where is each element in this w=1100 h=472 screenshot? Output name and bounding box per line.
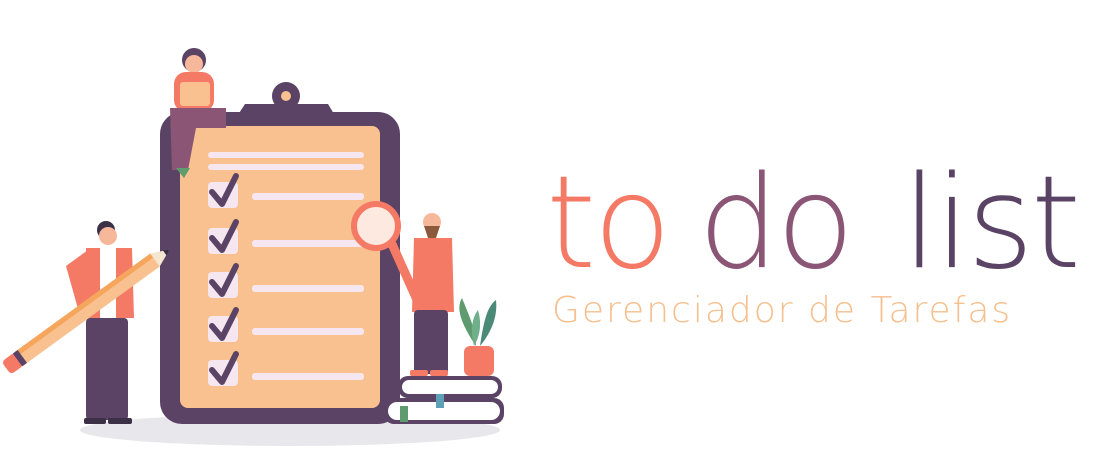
- logo-word-to: to: [546, 149, 671, 298]
- brand-logo: to do list Gerenciador de Tarefas: [540, 160, 1090, 340]
- logo-word-list: list: [902, 149, 1081, 298]
- plant-pot-icon: [459, 298, 497, 376]
- logo-word-do: do: [698, 149, 855, 298]
- books-icon: [384, 376, 504, 424]
- clipboard-icon: [160, 82, 400, 424]
- todo-illustration: [3, 48, 504, 446]
- logo-tagline: Gerenciador de Tarefas: [552, 290, 1013, 331]
